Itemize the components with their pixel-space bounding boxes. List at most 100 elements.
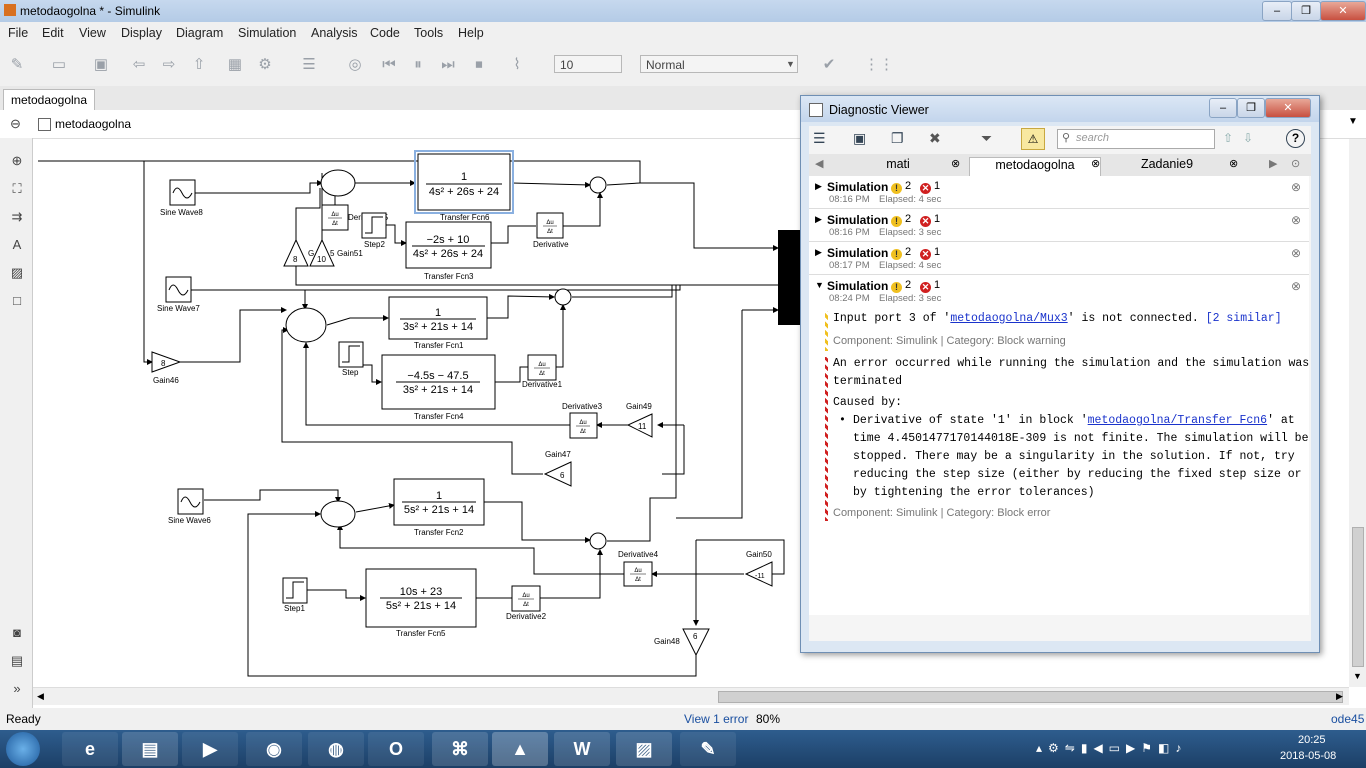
chrome-icon[interactable]: ◉ [246,732,302,766]
hide-explorer-icon[interactable]: ⊖ [10,116,21,132]
clock-time[interactable]: 20:25 [1298,734,1326,746]
stop-time-field[interactable]: 10 [554,55,622,73]
stop-icon[interactable]: ⏹ [468,54,490,76]
start-button[interactable] [6,732,40,766]
breadcrumb[interactable]: metodaogolna [55,117,131,131]
mux3-link[interactable]: metodaogolna/Mux3 [950,312,1067,325]
fit-view-icon[interactable]: ⛶ [8,180,26,198]
photo-viewer-icon[interactable]: ▨ [616,732,672,766]
menu-edit[interactable]: Edit [42,26,64,40]
forward-icon[interactable]: ⇨ [158,54,180,76]
record-icon[interactable]: ◎ [344,54,366,76]
copy-icon[interactable]: ❐ [891,130,904,147]
image-icon[interactable]: ▨ [8,264,26,282]
menu-code[interactable]: Code [370,26,400,40]
settings-gear-icon[interactable]: ⚙ [254,54,276,76]
close-tab-icon[interactable]: ⊗ [1091,157,1100,170]
arrow-up-icon[interactable]: ⇧ [1223,131,1233,145]
menu-help[interactable]: Help [458,26,484,40]
arrow-icon[interactable]: ⇉ [8,208,26,226]
maximize-button[interactable]: ❐ [1291,1,1321,21]
tab-zadanie9[interactable]: Zadanie9 [1107,157,1227,175]
minimize-button[interactable]: ‒ [1262,1,1292,21]
filter-icon[interactable]: ⏷ [981,130,992,147]
library-browser-icon[interactable]: ▦ [224,54,246,76]
model-browser-icon[interactable]: ▤ [8,652,26,670]
horizontal-scrollbar[interactable]: ◀ ▶ [33,687,1349,705]
save-icon[interactable]: ▣ [853,130,866,147]
acrobat-icon[interactable]: ⌘ [432,732,488,766]
remove-run-icon[interactable]: ⊗ [1291,279,1301,293]
open-folder-icon[interactable]: ▭ [48,54,70,76]
help-icon[interactable]: ? [1286,129,1305,148]
tab-mati[interactable]: mati [833,157,963,175]
media-player-icon[interactable]: ▶ [182,732,238,766]
menu-simulation[interactable]: Simulation [238,26,296,40]
step-forward-icon[interactable]: ⏭ [437,54,459,76]
scroll-thumb[interactable] [1352,527,1364,667]
collapse-icon[interactable]: ▼ [815,280,824,290]
solver-link[interactable]: ode45 [1331,712,1364,726]
menu-analysis[interactable]: Analysis [311,26,358,40]
dv-minimize-button[interactable]: ‒ [1209,98,1237,118]
menu-diagram[interactable]: Diagram [176,26,223,40]
tray-icons[interactable]: ▴⚙⇋▮◀▭▶⚑◧♪ [1036,741,1187,755]
matlab-icon[interactable]: ▲ [492,732,548,766]
dv-close-button[interactable]: ✕ [1265,98,1311,118]
ie-icon[interactable]: e [62,732,118,766]
check-icon[interactable]: ✔ [818,54,840,76]
zoom-in-icon[interactable]: ⊕ [8,152,26,170]
camera-icon[interactable]: ◙ [8,624,26,642]
transfer-fcn6-link[interactable]: metodaogolna/Transfer Fcn6 [1088,414,1267,427]
simulation-run-item[interactable]: ▶ Simulation ! 2 ✕ 1 08:16 PM Elapsed: 4… [809,176,1309,209]
close-button[interactable]: ✕ [1320,1,1366,21]
scroll-left-icon[interactable]: ◀ [815,157,823,170]
similar-link[interactable]: [2 similar] [1206,312,1282,325]
arrow-down-icon[interactable]: ⇩ [1243,131,1253,145]
scroll-right-icon[interactable]: ▶ [1269,157,1277,170]
list-view-icon[interactable]: ☰ [813,130,826,147]
back-icon[interactable]: ⇦ [128,54,150,76]
area-icon[interactable]: □ [8,292,26,310]
dv-maximize-button[interactable]: ❐ [1237,98,1265,118]
delete-icon[interactable]: ✖ [929,130,941,147]
save-icon[interactable]: ▣ [90,54,112,76]
step-back-icon[interactable]: ⏮ [378,54,400,76]
opera-icon[interactable]: O [368,732,424,766]
simulation-run-item[interactable]: ▶ Simulation ! 2 ✕ 1 08:16 PM Elapsed: 3… [809,209,1309,242]
model-explorer-icon[interactable]: ☰ [298,54,320,76]
grid-icon[interactable]: ⋮⋮ [864,54,894,76]
menu-view[interactable]: View [79,26,106,40]
menu-tools[interactable]: Tools [414,26,443,40]
tab-metodaogolna[interactable]: metodaogolna [3,89,95,111]
tab-metodaogolna[interactable]: metodaogolna [969,157,1101,176]
firefox-icon[interactable]: ◍ [308,732,364,766]
scroll-thumb[interactable] [718,691,1343,703]
pause-icon[interactable]: ⏸ [407,54,429,76]
remove-run-icon[interactable]: ⊗ [1291,246,1301,260]
expand-icon[interactable]: ▶ [815,247,822,258]
scope-icon[interactable]: ⌇ [506,54,528,76]
expand-icon[interactable]: ▶ [815,181,822,192]
simulation-mode-select[interactable]: Normal [640,55,798,73]
scroll-down-icon[interactable]: ▼ [1353,671,1362,681]
close-tab-icon[interactable]: ⊗ [1229,157,1238,170]
close-tab-icon[interactable]: ⊗ [951,157,960,170]
simulation-run-item[interactable]: ▶ Simulation ! 2 ✕ 1 08:17 PM Elapsed: 4… [809,242,1309,275]
scroll-left-icon[interactable]: ◀ [37,691,44,702]
scroll-right-icon[interactable]: ▶ [1336,691,1343,702]
menu-file[interactable]: File [8,26,28,40]
remove-run-icon[interactable]: ⊗ [1291,180,1301,194]
new-model-icon[interactable]: ✎ [6,54,28,76]
tab-menu-icon[interactable]: ⊙ [1291,157,1300,170]
simulation-run-item-expanded[interactable]: ▼ Simulation ! 2 ✕ 1 08:24 PM Elapsed: 3… [809,275,1309,615]
vertical-scrollbar[interactable]: ▼ [1349,139,1366,687]
chevron-down-icon[interactable]: ▼ [1348,116,1358,127]
explorer-icon[interactable]: ▤ [122,732,178,766]
word-icon[interactable]: W [554,732,610,766]
up-icon[interactable]: ⇧ [188,54,210,76]
expand-icon[interactable]: ▶ [815,214,822,225]
clock-date[interactable]: 2018-05-08 [1280,750,1336,762]
paint-icon[interactable]: ✎ [680,732,736,766]
annotation-icon[interactable]: A [8,236,26,254]
